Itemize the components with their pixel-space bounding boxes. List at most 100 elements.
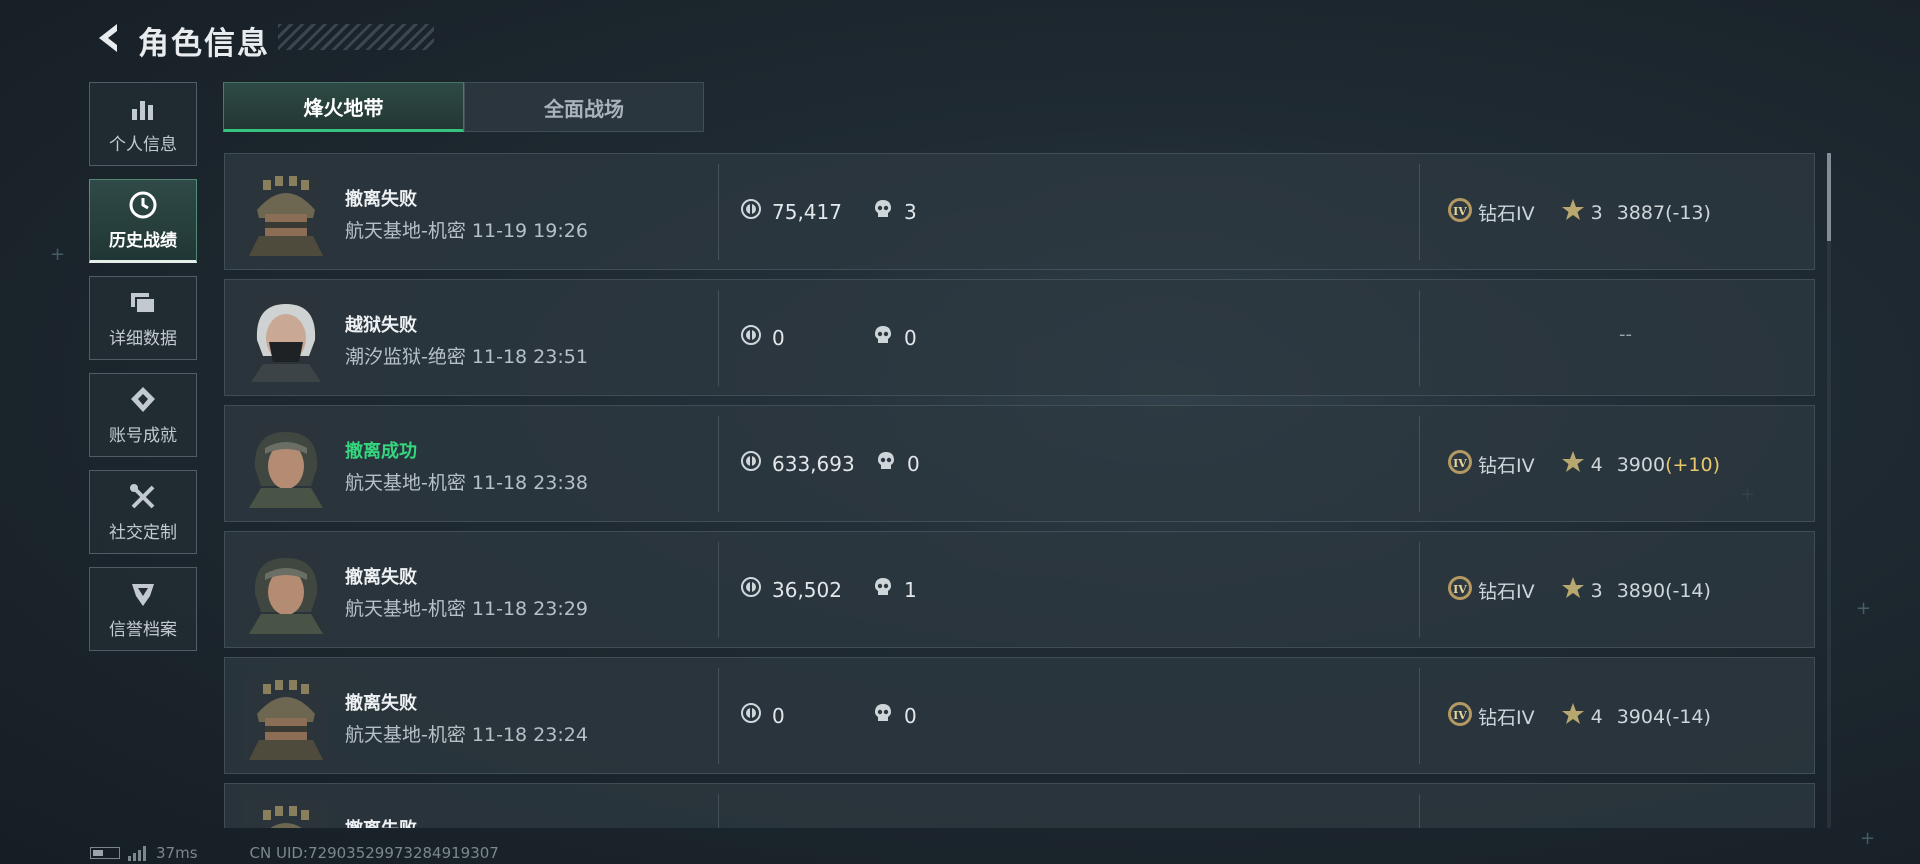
match-row[interactable]: 越狱失败 潮汐监狱-绝密 11-18 23:51 0 0 --	[224, 279, 1815, 396]
back-button[interactable]	[90, 22, 126, 58]
status-footer: 37ms CN UID:72903529973284919307	[90, 844, 499, 862]
signal-icon	[128, 845, 148, 861]
currency-icon	[740, 324, 772, 351]
star-icon	[1561, 576, 1585, 605]
svg-text:IV: IV	[1453, 709, 1467, 722]
sidebar-item-credit[interactable]: 信誉档案	[89, 567, 197, 651]
page-title: 角色信息	[138, 25, 270, 62]
operator-avatar	[243, 800, 329, 828]
sidebar-item-label: 信誉档案	[109, 619, 177, 640]
list-scrollbar[interactable]	[1827, 153, 1831, 828]
money-stat: 75,417	[740, 198, 842, 225]
svg-text:IV: IV	[1453, 205, 1467, 218]
achievement-icon	[128, 385, 158, 415]
money-stat: 0	[740, 324, 785, 351]
sidebar-item-social[interactable]: 社交定制	[89, 470, 197, 554]
divider	[1419, 164, 1420, 260]
kills-stat: 3	[872, 198, 917, 225]
star-icon	[1561, 198, 1585, 227]
rank-badge-icon: IV	[1446, 448, 1474, 481]
match-map-time: 航天基地-机密 11-18 23:24	[345, 724, 588, 746]
tab-battlefield[interactable]: 全面战场	[464, 82, 704, 132]
rank-score: 3900	[1616, 453, 1666, 476]
divider	[718, 668, 719, 764]
match-row[interactable]: 撤离成功 航天基地-机密 11-18 23:38 633,693 0 IV 钻石…	[224, 405, 1815, 522]
operator-avatar	[243, 422, 329, 508]
currency-icon	[740, 576, 772, 603]
svg-text:IV: IV	[1453, 457, 1467, 470]
skull-icon	[872, 198, 904, 225]
mode-tabs: 烽火地带 全面战场	[223, 82, 704, 132]
svg-text:IV: IV	[1453, 583, 1467, 596]
skull-icon	[872, 576, 904, 603]
skull-icon	[872, 702, 904, 729]
money-stat: 36,502	[740, 576, 842, 603]
rank-delta: (+10)	[1665, 453, 1720, 476]
ping-text: 37ms	[156, 844, 198, 862]
sidebar-item-details[interactable]: 详细数据	[89, 276, 197, 360]
decor-cross: +	[1860, 828, 1876, 849]
kills-stat: 0	[872, 324, 917, 351]
divider	[1419, 542, 1420, 638]
match-result: 撤离失败	[345, 693, 417, 714]
match-row[interactable]: 撤离失败 航天基地-机密 11-19 19:26 75,417 3 IV 钻石I…	[224, 153, 1815, 270]
page-header: 角色信息	[90, 18, 270, 62]
history-clock-icon	[128, 190, 158, 220]
match-map-time: 潮汐监狱-绝密 11-18 23:51	[345, 346, 588, 368]
rank-delta: (-13)	[1665, 201, 1711, 224]
money-value: 0	[772, 703, 785, 728]
money-stat: 633,693	[740, 450, 855, 477]
divider	[718, 542, 719, 638]
kills-value: 3	[904, 199, 917, 224]
currency-icon	[740, 702, 772, 729]
kills-stat: 0	[875, 450, 920, 477]
match-map-time: 航天基地-机密 11-18 23:29	[345, 598, 588, 620]
money-value: 75,417	[772, 199, 842, 224]
rank-score: 3887	[1616, 201, 1666, 224]
rank-badge-icon: IV	[1446, 196, 1474, 229]
kills-value: 0	[907, 451, 920, 476]
money-stat: 0	[740, 702, 785, 729]
rank-score: 3904	[1616, 705, 1666, 728]
sidebar-item-achievements[interactable]: 账号成就	[89, 373, 197, 457]
match-history-list: 撤离失败 航天基地-机密 11-19 19:26 75,417 3 IV 钻石I…	[224, 153, 1816, 828]
sidebar-item-label: 详细数据	[109, 328, 177, 349]
rank-name: 钻石IV	[1478, 455, 1535, 477]
star-icon	[1561, 450, 1585, 479]
folder-icon	[128, 288, 158, 318]
match-result: 撤离失败	[345, 815, 417, 828]
skull-icon	[875, 450, 907, 477]
money-value: 36,502	[772, 577, 842, 602]
money-value: 633,693	[772, 451, 855, 476]
sidebar-item-label: 个人信息	[109, 134, 177, 155]
match-row[interactable]: 撤离失败 航天基地-机密 11-18 23:29 36,502 1 IV 钻石I…	[224, 531, 1815, 648]
battery-icon	[90, 847, 120, 859]
match-result: 撤离成功	[345, 441, 417, 462]
match-result: 撤离失败	[345, 567, 417, 588]
kills-value: 0	[904, 703, 917, 728]
sidebar: 个人信息 历史战绩 详细数据 账号成就 社交定制 信誉档案	[89, 82, 199, 664]
divider	[718, 416, 719, 512]
title-decoration	[278, 24, 434, 50]
tools-icon	[128, 482, 158, 512]
scrollbar-thumb[interactable]	[1827, 153, 1831, 241]
sidebar-item-label: 社交定制	[109, 522, 177, 543]
divider	[718, 794, 719, 828]
star-count: 4	[1590, 453, 1603, 476]
rank-badge-icon: IV	[1446, 700, 1474, 733]
operator-avatar	[243, 548, 329, 634]
operator-avatar	[243, 296, 329, 382]
rank-name: 钻石IV	[1478, 707, 1535, 729]
kills-stat: 1	[872, 576, 917, 603]
bar-chart-icon	[128, 94, 158, 124]
match-row[interactable]: 撤离失败	[224, 783, 1815, 828]
tab-firezone[interactable]: 烽火地带	[223, 82, 464, 132]
kills-value: 1	[904, 577, 917, 602]
sidebar-item-profile[interactable]: 个人信息	[89, 82, 197, 166]
divider	[1419, 290, 1420, 386]
match-row[interactable]: 撤离失败 航天基地-机密 11-18 23:24 0 0 IV 钻石IV 4 3…	[224, 657, 1815, 774]
skull-icon	[872, 324, 904, 351]
operator-avatar	[243, 170, 329, 256]
sidebar-item-history[interactable]: 历史战绩	[89, 179, 197, 263]
decor-cross: +	[50, 244, 66, 265]
